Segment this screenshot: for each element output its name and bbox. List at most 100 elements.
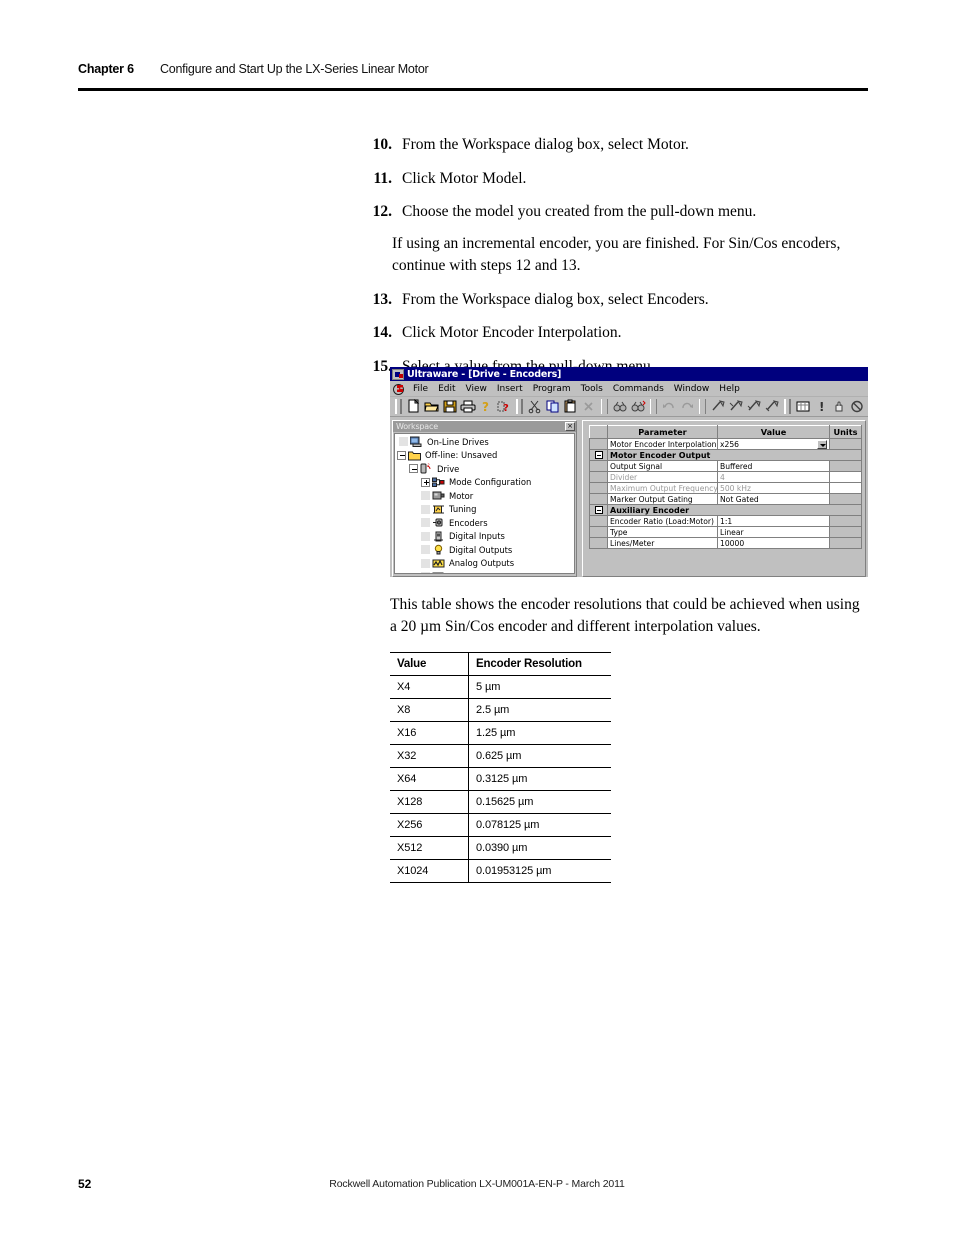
delete-x-icon[interactable] xyxy=(581,399,597,414)
tree-item-motor[interactable]: Motor xyxy=(395,489,574,503)
chevron-down-icon[interactable] xyxy=(817,439,827,449)
grid-row-type[interactable]: Type Linear xyxy=(589,526,862,538)
tree-item-drive[interactable]: ? Drive xyxy=(395,462,574,476)
transfer-icon[interactable] xyxy=(746,399,762,414)
tree-item-encoders[interactable]: Encoders xyxy=(395,516,574,530)
grid-row-output-signal[interactable]: Output Signal Buffered xyxy=(589,460,862,472)
list-item-icon xyxy=(432,571,445,573)
fault-reset-icon[interactable]: ! xyxy=(813,399,829,414)
copy-icon[interactable] xyxy=(545,399,561,414)
menu-item-help[interactable]: Help xyxy=(714,384,745,394)
apply-icon[interactable] xyxy=(764,399,780,414)
step-text: Click Motor Model. xyxy=(402,169,527,187)
find-binoculars-icon[interactable] xyxy=(612,399,628,414)
menu-item-tools[interactable]: Tools xyxy=(576,384,608,394)
analog-outputs-icon xyxy=(432,558,445,569)
parameter-grid[interactable]: Parameter Value Units Motor Encoder Inte… xyxy=(589,425,862,549)
tree-item-label: On-Line Drives xyxy=(427,436,489,447)
tree-item-mode-configuration[interactable]: Mode Configuration xyxy=(395,476,574,490)
app-window-title: Ultraware - [Drive - Encoders] xyxy=(407,368,562,380)
menu-item-edit[interactable]: Edit xyxy=(433,384,460,394)
svg-text:?: ? xyxy=(503,403,509,414)
collapse-toggle-icon[interactable] xyxy=(397,450,406,460)
toolbar-grip[interactable] xyxy=(395,399,402,414)
context-help-icon[interactable]: ? xyxy=(496,399,512,414)
help-about-icon[interactable]: ? xyxy=(478,399,494,414)
cut-scissors-icon[interactable] xyxy=(527,399,543,414)
upload-icon[interactable] xyxy=(728,399,744,414)
menu-item-insert[interactable]: Insert xyxy=(492,384,528,394)
tree-item-label: Motor xyxy=(449,490,474,501)
ultraware-mark-icon xyxy=(393,383,404,395)
digital-inputs-icon xyxy=(432,531,445,542)
menu-item-view[interactable]: View xyxy=(461,384,492,394)
monitor-icon[interactable] xyxy=(795,399,811,414)
column-header-encoder-resolution: Encoder Resolution xyxy=(468,652,611,676)
menu-item-program[interactable]: Program xyxy=(528,384,576,394)
stop-hand-icon[interactable] xyxy=(831,399,847,414)
disable-icon[interactable] xyxy=(849,399,865,414)
motor-icon xyxy=(432,490,445,501)
replace-icon[interactable] xyxy=(630,399,646,414)
collapse-toggle-icon[interactable] xyxy=(594,506,603,514)
menu-item-file[interactable]: File xyxy=(408,384,433,394)
grid-row-divider: Divider 4 xyxy=(589,471,862,483)
close-icon[interactable]: × xyxy=(565,422,575,431)
tree-item-tuning[interactable]: Tuning xyxy=(395,503,574,517)
app-tool-bar: ? ? ! ! xyxy=(390,397,868,417)
expand-toggle-icon[interactable] xyxy=(421,477,430,487)
save-disk-icon[interactable] xyxy=(442,399,458,414)
tree-connector xyxy=(421,572,430,573)
grid-group-auxiliary-encoder[interactable]: Auxiliary Encoder xyxy=(589,504,862,516)
open-folder-icon[interactable] xyxy=(424,399,440,414)
tree-item-online-drives[interactable]: On-Line Drives xyxy=(395,435,574,449)
value-cell[interactable]: Buffered xyxy=(717,460,830,472)
tree-connector xyxy=(421,558,430,568)
cell-resolution: 0.15625 µm xyxy=(468,790,611,814)
numbered-step-list: 10. From the Workspace dialog box, selec… xyxy=(358,134,868,389)
header-divider-rule xyxy=(78,88,868,92)
cell-resolution: 0.078125 µm xyxy=(468,813,611,837)
tree-item-partial-cutoff[interactable] xyxy=(395,570,574,573)
collapse-toggle-icon[interactable] xyxy=(594,451,603,459)
grid-row-encoder-ratio[interactable]: Encoder Ratio (Load:Motor) 1:1 xyxy=(589,515,862,527)
value-cell[interactable]: 10000 xyxy=(717,537,830,549)
encoder-resolution-table: Value Encoder Resolution X4 5 µm X8 2.5 … xyxy=(390,652,611,883)
download-icon[interactable] xyxy=(710,399,726,414)
tree-item-label: Tuning xyxy=(449,504,477,515)
cell-value: X1024 xyxy=(390,859,469,883)
new-document-icon[interactable] xyxy=(406,399,422,414)
collapse-toggle-icon[interactable] xyxy=(409,464,418,474)
list-item: 10. From the Workspace dialog box, selec… xyxy=(358,134,868,156)
row-expander-cell[interactable] xyxy=(589,504,608,516)
menu-item-window[interactable]: Window xyxy=(669,384,715,394)
encoder-icon xyxy=(432,517,445,528)
print-icon[interactable] xyxy=(460,399,476,414)
value-cell[interactable]: Not Gated xyxy=(717,493,830,505)
table-row: X8 2.5 µm xyxy=(390,698,611,722)
cell-resolution: 5 µm xyxy=(468,675,611,699)
tree-item-analog-outputs[interactable]: Analog Outputs xyxy=(395,557,574,571)
ultraware-screenshot-figure: Ultraware - [Drive - Encoders] File Edit… xyxy=(390,367,868,577)
step-number: 11. xyxy=(373,169,392,187)
grid-row-marker-output-gating[interactable]: Marker Output Gating Not Gated xyxy=(589,493,862,505)
row-expander-cell[interactable] xyxy=(589,449,608,461)
grid-row-lines-per-meter[interactable]: Lines/Meter 10000 xyxy=(589,537,862,549)
column-header-parameter: Parameter xyxy=(607,425,718,439)
drive-icon: ? xyxy=(420,463,433,474)
workspace-tree[interactable]: On-Line Drives Off-line: Unsaved ? Drive… xyxy=(394,433,575,574)
grid-row-maximum-output-frequency: Maximum Output Frequency 500 kHz xyxy=(589,482,862,494)
menu-item-commands[interactable]: Commands xyxy=(608,384,669,394)
value-dropdown[interactable]: x256 xyxy=(717,438,830,450)
value-cell[interactable]: Linear xyxy=(717,526,830,538)
mode-config-icon xyxy=(432,477,445,488)
grid-row-motor-encoder-interpolation[interactable]: Motor Encoder Interpolation x256 xyxy=(589,438,862,450)
paste-icon[interactable] xyxy=(563,399,579,414)
parameter-name: Output Signal xyxy=(607,460,718,472)
tree-item-offline-unsaved[interactable]: Off-line: Unsaved xyxy=(395,449,574,463)
list-item: 11. Click Motor Model. xyxy=(358,168,868,190)
tree-item-digital-inputs[interactable]: Digital Inputs xyxy=(395,530,574,544)
value-cell[interactable]: 1:1 xyxy=(717,515,830,527)
tree-item-digital-outputs[interactable]: Digital Outputs xyxy=(395,543,574,557)
grid-group-motor-encoder-output[interactable]: Motor Encoder Output xyxy=(589,449,862,461)
